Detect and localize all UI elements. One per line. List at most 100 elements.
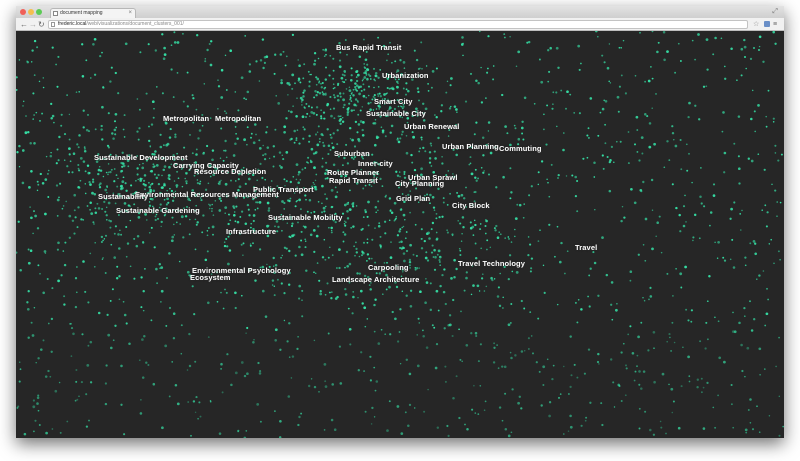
document-dot [528,348,530,350]
cluster-label-metropolitan-2[interactable]: Metropolitan [215,114,261,123]
document-dot [687,115,690,119]
cluster-label-suburban[interactable]: Suburban [334,149,370,158]
bookmark-star-icon[interactable]: ☆ [753,19,759,30]
cluster-label-bus-rapid-transit[interactable]: Bus Rapid Transit [336,43,401,52]
document-dot [249,243,252,245]
cluster-label-carpooling[interactable]: Carpooling [368,263,409,272]
cluster-label-sustainable-mobility[interactable]: Sustainable Mobility [268,213,343,222]
cluster-label-travel-technology[interactable]: Travel Technology [458,259,525,268]
document-map-viewport[interactable]: Bus Rapid Transit Urbanization Smart Cit… [16,31,784,438]
document-dot [677,42,680,45]
extension-icon[interactable] [764,21,770,27]
cluster-label-ecosystem[interactable]: Ecosystem [190,273,231,282]
document-dot [757,48,761,52]
cluster-label-infrastructure[interactable]: Infrastructure [226,227,276,236]
document-dot [412,135,415,139]
document-dot [699,195,702,199]
document-dot [400,105,403,108]
document-dot [399,137,402,140]
document-dot [91,180,95,184]
document-dot [342,106,345,109]
document-dot [446,80,449,83]
document-dot [717,394,719,397]
document-dot [538,58,541,61]
cluster-label-environmental-resources-management[interactable]: Environmental Resources Management [135,190,279,199]
minimize-window-button[interactable] [28,9,34,15]
zoom-window-button[interactable] [36,9,42,15]
cluster-label-commuting[interactable]: Commuting [499,144,542,153]
document-dot [138,108,141,111]
close-tab-icon[interactable]: × [128,9,132,18]
menu-icon[interactable]: ≡ [773,19,777,30]
browser-tab[interactable]: document mapping × [50,8,136,18]
cluster-label-city-planning[interactable]: City Planning [395,179,444,188]
document-dot [578,112,581,115]
document-dot [366,68,370,71]
cluster-label-smart-city[interactable]: Smart City [374,97,413,106]
document-dot [621,205,624,208]
document-dot [39,120,41,122]
cluster-label-travel[interactable]: Travel [575,243,597,252]
document-dot [89,201,92,204]
document-dot [322,92,325,96]
document-dot [560,89,563,92]
document-dot [195,108,198,111]
document-dot [252,340,255,344]
document-dot [300,101,303,103]
document-dot [49,154,53,158]
document-dot [305,102,308,105]
document-dot [509,197,512,200]
document-dot [289,180,292,184]
document-dot [329,108,332,110]
cluster-label-sustainability[interactable]: Sustainability [98,192,148,201]
reload-button[interactable]: ↻ [38,19,45,30]
fullscreen-icon[interactable]: ⤢ [772,7,778,17]
document-dot [280,256,282,259]
cluster-label-urbanization[interactable]: Urbanization [382,71,429,80]
document-dot [39,272,41,275]
document-dot [651,247,654,251]
document-dot [275,95,277,97]
document-dot [587,127,590,130]
document-dot [342,240,345,243]
cluster-label-inner-city[interactable]: Inner-city [358,159,393,168]
document-dot [384,232,387,235]
cluster-label-rapid-transit[interactable]: Rapid Transit [329,176,378,185]
document-dot [517,50,521,54]
document-dot [89,183,92,186]
document-dot [136,173,139,176]
cluster-label-urban-renewal[interactable]: Urban Renewal [404,122,459,131]
cluster-label-urban-planning[interactable]: Urban Planning [442,142,499,151]
cluster-label-grid-plan[interactable]: Grid Plan [396,194,430,203]
cluster-label-sustainable-gardening[interactable]: Sustainable Gardening [116,206,200,215]
cluster-label-resource-depletion[interactable]: Resource Depletion [194,167,266,176]
document-dot [435,289,439,293]
address-bar[interactable]: frederic.local/web/visualizations/docume… [48,20,748,29]
document-dot [364,410,367,413]
back-button[interactable]: ← [20,19,28,30]
cluster-label-sustainable-city[interactable]: Sustainable City [366,109,426,118]
document-dot [780,153,783,156]
document-dot [181,32,184,35]
document-dot [179,223,181,225]
document-dot [318,80,321,83]
document-dot [258,372,262,375]
document-dot [492,65,495,67]
document-dot [638,159,641,162]
document-dot [321,165,324,168]
forward-button[interactable]: → [29,19,37,30]
document-dot [298,415,301,419]
document-dot [507,434,511,438]
cluster-label-landscape-architecture[interactable]: Landscape Architecture [332,275,419,284]
document-dot [96,202,99,205]
cluster-label-metropolitan[interactable]: Metropolitan [163,114,209,123]
document-dot [117,92,120,95]
document-dot [315,151,318,154]
document-dot [377,209,379,212]
document-dot [217,79,219,81]
document-dot [651,31,654,33]
document-dot [300,230,303,233]
close-window-button[interactable] [20,9,26,15]
document-dot [173,180,176,182]
cluster-label-city-block[interactable]: City Block [452,201,490,210]
